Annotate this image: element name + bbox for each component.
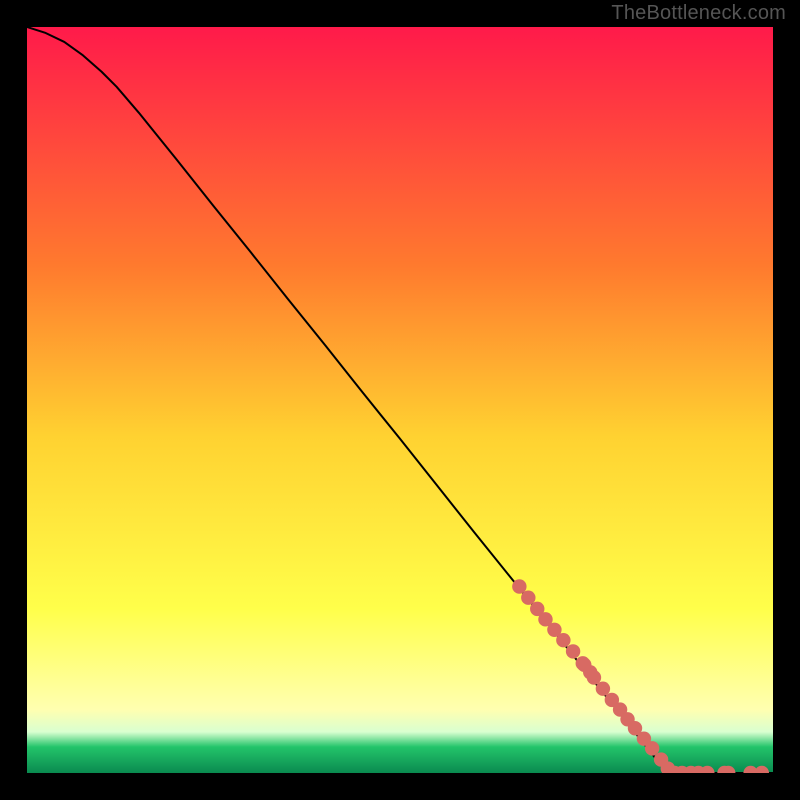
chart-lines (27, 27, 773, 773)
marker-dot (512, 579, 526, 593)
chart-canvas: TheBottleneck.com (0, 0, 800, 800)
marker-dot (755, 766, 769, 773)
marker-dot (566, 644, 580, 658)
marker-dot (521, 590, 535, 604)
marker-dot (700, 766, 714, 773)
curve-line (27, 27, 773, 773)
marker-dot (596, 682, 610, 696)
watermark-text: TheBottleneck.com (611, 2, 786, 25)
marker-dot (645, 741, 659, 755)
marker-dot (556, 633, 570, 647)
marker-group (512, 579, 769, 773)
marker-dot (587, 670, 601, 684)
plot-area (27, 27, 773, 773)
